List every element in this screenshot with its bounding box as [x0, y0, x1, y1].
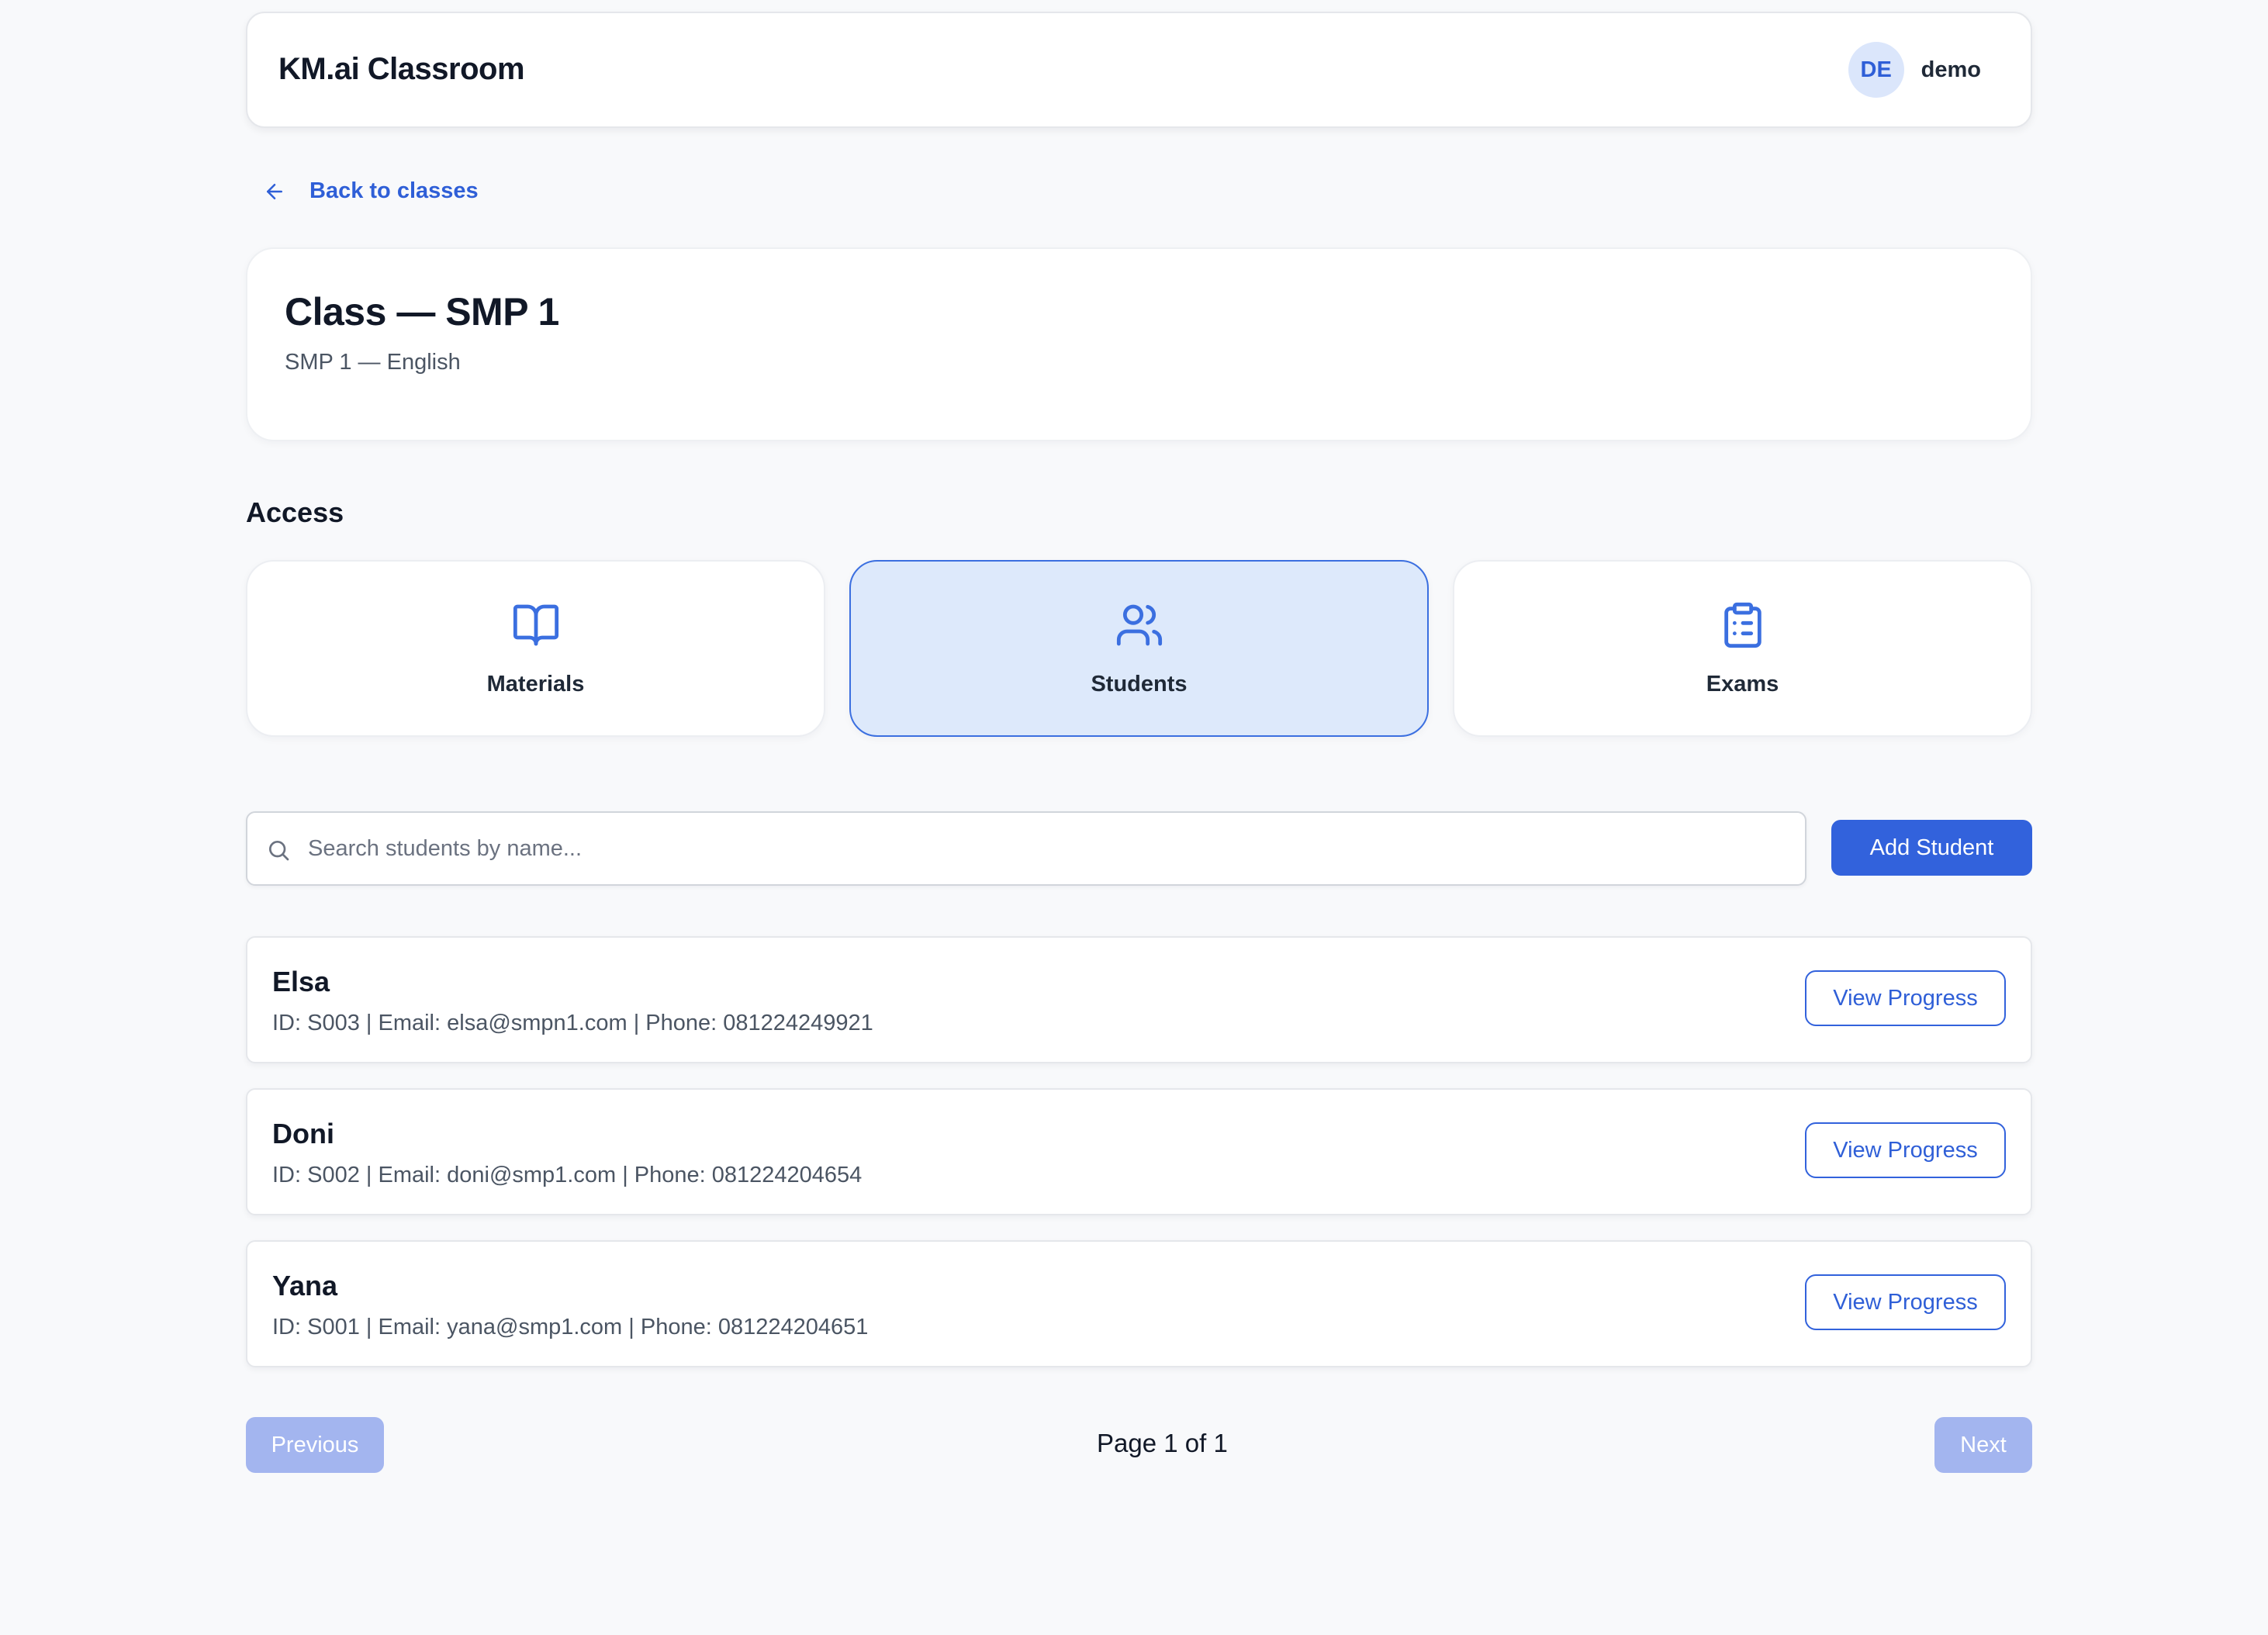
- add-student-button[interactable]: Add Student: [1831, 820, 2032, 876]
- class-info-card: Class — SMP 1 SMP 1 — English: [246, 247, 2032, 441]
- app-brand[interactable]: KM.ai Classroom: [278, 52, 525, 87]
- student-row: Doni ID: S002 | Email: doni@smp1.com | P…: [246, 1088, 2032, 1215]
- users-icon: [1116, 604, 1162, 646]
- student-name: Elsa: [272, 966, 330, 997]
- tab-exams[interactable]: Exams: [1453, 560, 2032, 737]
- student-name: Yana: [272, 1270, 338, 1301]
- view-progress-button[interactable]: View Progress: [1805, 1122, 2006, 1178]
- book-open-icon: [513, 604, 558, 646]
- clipboard-list-icon: [1723, 602, 1762, 648]
- student-name: Doni: [272, 1118, 334, 1149]
- user-menu[interactable]: DE demo: [1848, 41, 1981, 99]
- tab-exams-label: Exams: [1706, 672, 1779, 697]
- back-link-label: Back to classes: [309, 178, 479, 203]
- username-label[interactable]: demo: [1921, 57, 1981, 83]
- search-icon: [269, 841, 289, 861]
- page-title: Class — SMP 1: [285, 290, 559, 334]
- access-tabs: Materials Students Exams: [246, 560, 2032, 737]
- access-heading: Access: [246, 496, 344, 528]
- view-progress-button[interactable]: View Progress: [1805, 1274, 2006, 1330]
- search-field[interactable]: [246, 811, 1806, 886]
- tab-materials[interactable]: Materials: [246, 560, 825, 737]
- back-to-classes-link[interactable]: Back to classes: [263, 178, 479, 204]
- app-header: KM.ai Classroom DE demo: [246, 12, 2032, 128]
- class-subtitle: SMP 1 — English: [285, 350, 461, 375]
- student-details: ID: S002 | Email: doni@smp1.com | Phone:…: [272, 1163, 863, 1187]
- tab-students-label: Students: [1091, 672, 1188, 697]
- student-row: Yana ID: S001 | Email: yana@smp1.com | P…: [246, 1240, 2032, 1367]
- view-progress-button[interactable]: View Progress: [1805, 970, 2006, 1026]
- previous-page-button[interactable]: Previous: [246, 1417, 384, 1473]
- page-indicator: Page 1 of 1: [1097, 1429, 1228, 1457]
- tab-materials-label: Materials: [486, 672, 585, 697]
- student-details: ID: S003 | Email: elsa@smpn1.com | Phone…: [272, 1011, 873, 1035]
- arrow-left-icon: [267, 183, 282, 199]
- student-details: ID: S001 | Email: yana@smp1.com | Phone:…: [272, 1315, 869, 1339]
- student-row: Elsa ID: S003 | Email: elsa@smpn1.com | …: [246, 936, 2032, 1063]
- search-input[interactable]: [308, 813, 1782, 884]
- next-page-button[interactable]: Next: [1934, 1417, 2032, 1473]
- avatar[interactable]: DE: [1848, 42, 1904, 98]
- tab-students[interactable]: Students: [849, 560, 1429, 737]
